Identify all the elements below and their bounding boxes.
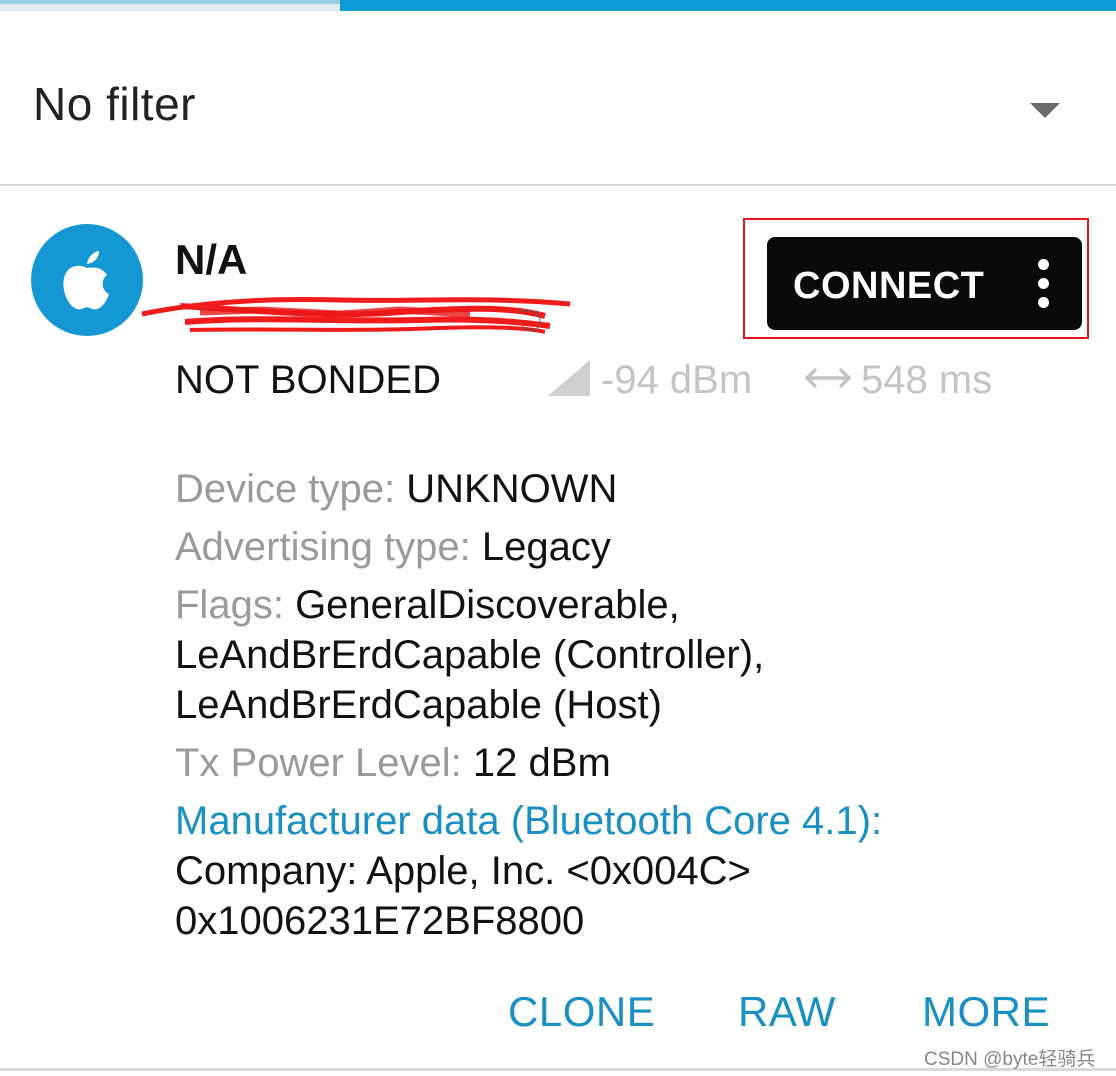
manufacturer-company: Company: Apple, Inc. <0x004C>	[175, 849, 751, 893]
filter-bar[interactable]: No filter	[0, 11, 1116, 185]
more-vert-icon[interactable]	[1035, 259, 1053, 309]
divider	[0, 184, 1116, 186]
device-name: N/A	[175, 236, 248, 283]
watermark: CSDN @byte轻骑兵	[924, 1049, 1096, 1070]
bond-state: NOT BONDED	[175, 358, 441, 402]
device-actions: CLONE RAW MORE	[0, 988, 1116, 1042]
connect-button-label: CONNECT	[793, 265, 985, 307]
dropdown-caret-icon[interactable]	[1030, 103, 1060, 118]
tab-indicator-strip	[0, 0, 1116, 11]
apple-logo-icon	[63, 251, 109, 310]
advertising-type-value: Legacy	[481, 525, 611, 569]
advertising-details: Device type: UNKNOWN Advertising type: L…	[175, 464, 1095, 946]
tx-power-row: Tx Power Level: 12 dBm	[175, 738, 1095, 788]
tx-power-label: Tx Power Level:	[175, 741, 462, 785]
tx-power-value: 12 dBm	[472, 741, 611, 785]
device-type-row: Device type: UNKNOWN	[175, 464, 1095, 514]
signal-strength-icon	[548, 360, 590, 396]
tab-indicator-trace	[0, 0, 340, 4]
clone-button[interactable]: CLONE	[508, 988, 655, 1036]
flags-value-line-2: LeAndBrErdCapable (Controller),	[175, 633, 765, 677]
advertising-type-row: Advertising type: Legacy	[175, 522, 1095, 572]
device-type-label: Device type:	[175, 467, 396, 511]
advertising-type-label: Advertising type:	[175, 525, 471, 569]
filter-label: No filter	[33, 78, 196, 130]
redacted-address-scribble	[141, 297, 571, 334]
device-avatar	[31, 224, 143, 336]
manufacturer-payload: 0x1006231E72BF8800	[175, 899, 585, 943]
flags-value-line-3: LeAndBrErdCapable (Host)	[175, 683, 662, 727]
flags-value-line-1: GeneralDiscoverable,	[295, 583, 680, 627]
manufacturer-data-title: Manufacturer data (Bluetooth Core 4.1):	[175, 799, 883, 843]
advertising-interval: 548 ms	[861, 358, 993, 402]
flags-row: Flags: GeneralDiscoverable,	[175, 580, 1095, 630]
flags-label: Flags:	[175, 583, 284, 627]
device-type-value: UNKNOWN	[406, 467, 618, 511]
left-right-arrow-icon	[805, 367, 851, 389]
rssi-value: -94 dBm	[601, 358, 753, 402]
more-button[interactable]: MORE	[922, 988, 1050, 1036]
connect-button[interactable]: CONNECT	[767, 237, 1082, 330]
raw-button[interactable]: RAW	[738, 988, 836, 1036]
